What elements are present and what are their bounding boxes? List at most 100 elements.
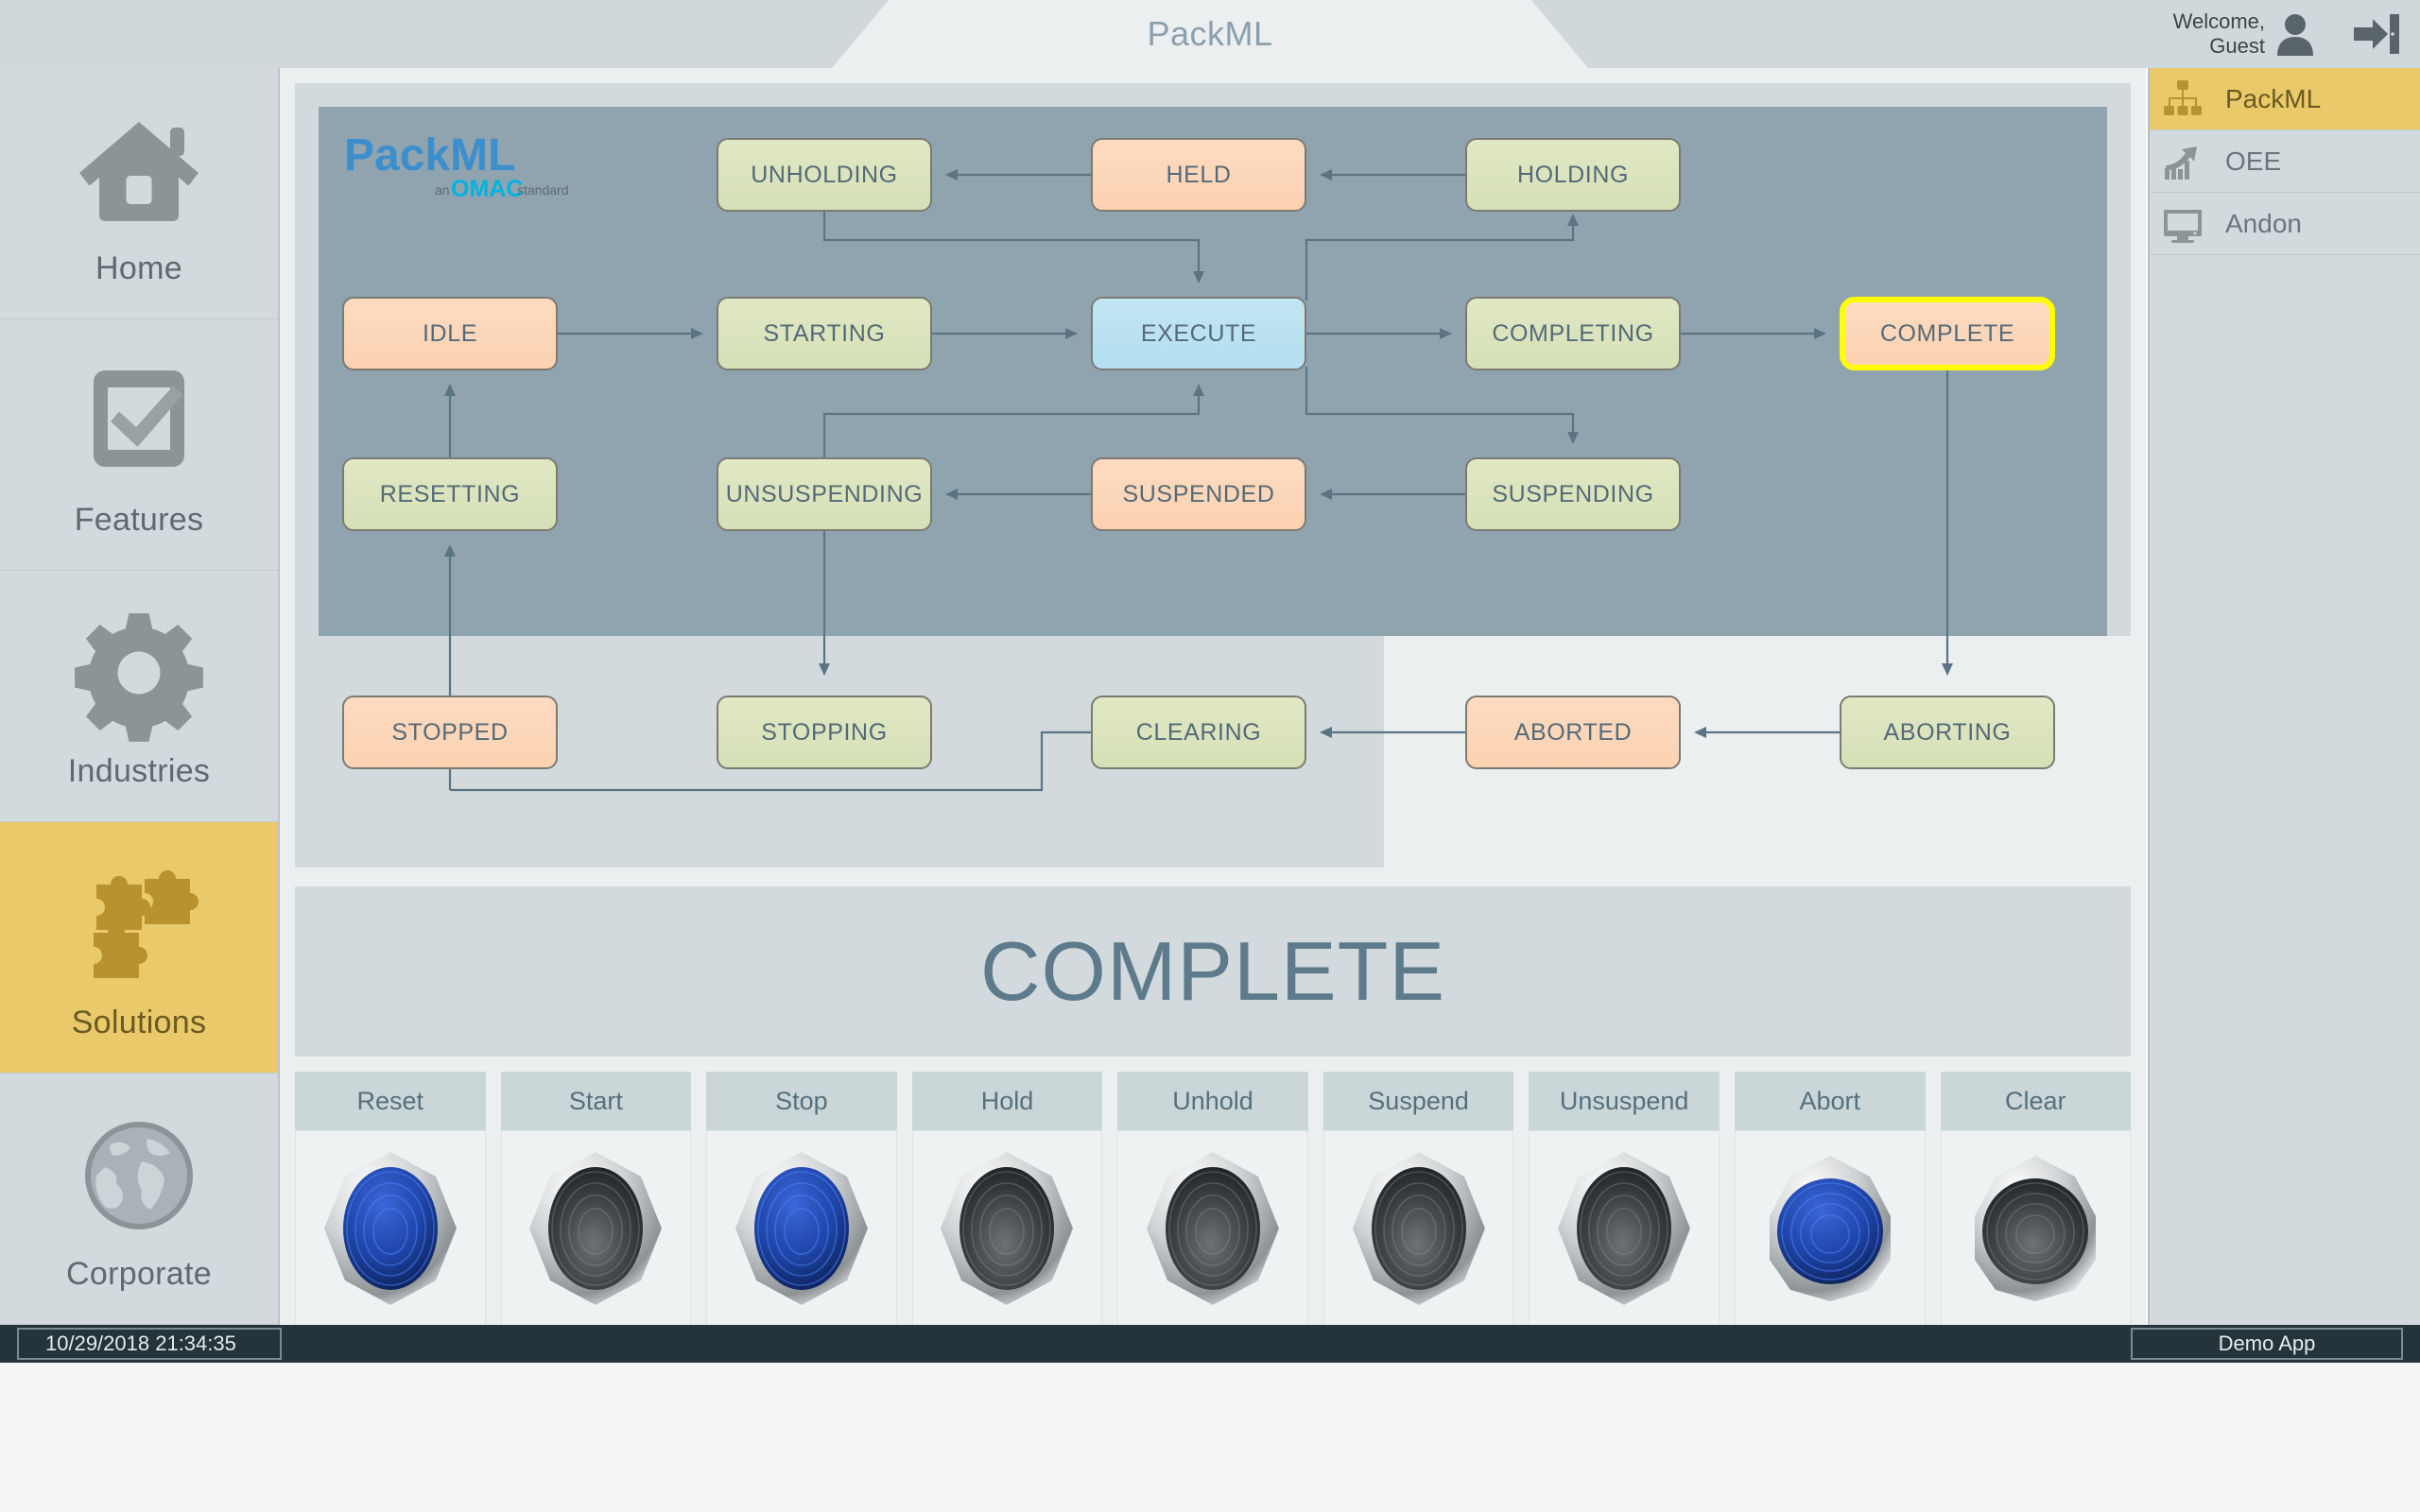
- control-stop[interactable]: Stop: [706, 1072, 897, 1327]
- status-bar: 10/29/2018 21:34:35 Demo App: [0, 1325, 2420, 1363]
- sidebar-item-home[interactable]: Home: [0, 68, 278, 319]
- sidebar-item-solutions[interactable]: Solutions: [0, 822, 278, 1074]
- org-chart-icon: [2164, 79, 2202, 115]
- control-button-row: Reset Start Stop Hold Unhold Suspend Uns…: [295, 1072, 2132, 1327]
- state-node-completing[interactable]: COMPLETING: [1465, 297, 1681, 370]
- stop-pushbutton-icon[interactable]: [730, 1148, 873, 1309]
- state-node-idle[interactable]: IDLE: [342, 297, 558, 370]
- right-sidebar: PackML OEE Andon: [2148, 68, 2420, 1325]
- state-label: UNHOLDING: [751, 161, 898, 188]
- welcome-line-2: Guest: [2209, 34, 2265, 58]
- reset-pushbutton-icon[interactable]: [319, 1148, 462, 1309]
- nav-label: Andon: [2225, 208, 2302, 238]
- control-suspend[interactable]: Suspend: [1322, 1072, 1514, 1327]
- sidebar-label: Corporate: [66, 1256, 212, 1292]
- logo-tagline-brand: OMAC: [451, 176, 523, 202]
- app-name-display: Demo App: [2131, 1328, 2403, 1360]
- state-node-clearing[interactable]: CLEARING: [1091, 696, 1306, 769]
- button-label: Suspend: [1322, 1072, 1514, 1130]
- nav-item-andon[interactable]: Andon: [2150, 193, 2420, 255]
- unsuspend-pushbutton-icon[interactable]: [1552, 1148, 1696, 1309]
- packml-logo: PackML an OMAC standard: [344, 130, 568, 202]
- state-node-aborting[interactable]: ABORTING: [1840, 696, 2055, 769]
- state-label: SUSPENDING: [1492, 480, 1654, 507]
- control-start[interactable]: Start: [500, 1072, 692, 1327]
- monitor-icon: [2164, 209, 2202, 243]
- sidebar-item-features[interactable]: Features: [0, 319, 278, 571]
- control-unhold[interactable]: Unhold: [1117, 1072, 1308, 1327]
- logo-text: PackML: [344, 130, 515, 180]
- welcome-text: Welcome, Guest: [2173, 9, 2274, 59]
- control-reset[interactable]: Reset: [295, 1072, 486, 1327]
- button-label: Clear: [1940, 1072, 2132, 1130]
- state-label: STARTING: [763, 319, 886, 347]
- control-hold[interactable]: Hold: [911, 1072, 1103, 1327]
- sidebar-label: Solutions: [71, 1005, 207, 1040]
- page-title: PackML: [1147, 14, 1273, 53]
- state-node-stopped[interactable]: STOPPED: [342, 696, 558, 769]
- gear-icon: [75, 613, 203, 742]
- state-node-stopping[interactable]: STOPPING: [717, 696, 932, 769]
- state-node-holding[interactable]: HOLDING: [1465, 138, 1681, 212]
- state-node-aborted[interactable]: ABORTED: [1465, 696, 1681, 769]
- state-label: IDLE: [423, 319, 477, 347]
- sidebar-item-industries[interactable]: Industries: [0, 571, 278, 822]
- sidebar-item-corporate[interactable]: Corporate: [0, 1074, 278, 1325]
- current-state-panel: COMPLETE: [295, 886, 2131, 1057]
- bar-chart-icon: [2165, 146, 2197, 180]
- clear-pushbutton-icon[interactable]: [1963, 1148, 2107, 1309]
- nav-label: PackML: [2225, 83, 2322, 113]
- state-label: STOPPING: [761, 718, 888, 746]
- state-node-unholding[interactable]: UNHOLDING: [717, 138, 932, 212]
- button-label: Start: [500, 1072, 692, 1130]
- button-label: Hold: [911, 1072, 1103, 1130]
- checkbox-icon: [94, 370, 184, 467]
- state-label: RESETTING: [379, 480, 521, 507]
- sidebar-label: Industries: [67, 753, 211, 789]
- logo-tagline-post: standard: [517, 182, 568, 198]
- main-content: PackML an OMAC standard UNHOLDING HELD H…: [280, 68, 2146, 1327]
- state-node-starting[interactable]: STARTING: [717, 297, 932, 370]
- timestamp-display: 10/29/2018 21:34:35: [17, 1328, 282, 1360]
- start-pushbutton-icon[interactable]: [524, 1148, 667, 1309]
- nav-item-packml[interactable]: PackML: [2150, 68, 2420, 130]
- control-unsuspend[interactable]: Unsuspend: [1529, 1072, 1720, 1327]
- state-node-suspending[interactable]: SUSPENDING: [1465, 457, 1681, 531]
- state-label: ABORTED: [1513, 718, 1633, 746]
- hold-pushbutton-icon[interactable]: [935, 1148, 1079, 1309]
- button-label: Stop: [706, 1072, 897, 1130]
- button-label: Unhold: [1117, 1072, 1308, 1130]
- state-node-execute[interactable]: EXECUTE: [1091, 297, 1306, 370]
- state-node-resetting[interactable]: RESETTING: [342, 457, 558, 531]
- control-clear[interactable]: Clear: [1940, 1072, 2132, 1327]
- logout-icon[interactable]: [2352, 11, 2401, 57]
- button-label: Unsuspend: [1529, 1072, 1720, 1130]
- state-label: COMPLETING: [1492, 319, 1654, 347]
- sidebar-label: Home: [95, 250, 182, 286]
- state-label: CLEARING: [1135, 718, 1262, 746]
- state-node-held[interactable]: HELD: [1091, 138, 1306, 212]
- state-label: HELD: [1166, 161, 1232, 188]
- left-sidebar: Home Features Industries Solutions Corpo…: [0, 68, 280, 1325]
- unhold-pushbutton-icon[interactable]: [1141, 1148, 1285, 1309]
- home-icon: [79, 122, 199, 221]
- state-node-complete[interactable]: COMPLETE: [1840, 297, 2055, 370]
- puzzle-icon: [94, 870, 199, 978]
- state-label: STOPPED: [391, 718, 509, 746]
- state-label: ABORTING: [1883, 718, 2012, 746]
- button-label: Reset: [295, 1072, 486, 1130]
- app-root: PackML Welcome, Guest Home Features Indu…: [0, 0, 2420, 1512]
- top-bar: PackML Welcome, Guest: [0, 0, 2420, 68]
- welcome-line-1: Welcome,: [2172, 9, 2265, 34]
- abort-pushbutton-icon[interactable]: [1758, 1148, 1902, 1309]
- person-icon: [2277, 14, 2313, 56]
- button-label: Abort: [1734, 1072, 1926, 1130]
- globe-icon: [85, 1122, 193, 1229]
- suspend-pushbutton-icon[interactable]: [1347, 1148, 1491, 1309]
- state-label: EXECUTE: [1140, 319, 1257, 347]
- control-abort[interactable]: Abort: [1734, 1072, 1926, 1327]
- state-node-suspended[interactable]: SUSPENDED: [1091, 457, 1306, 531]
- nav-item-oee[interactable]: OEE: [2150, 130, 2420, 193]
- sidebar-label: Features: [74, 502, 204, 538]
- state-node-unsuspending[interactable]: UNSUSPENDING: [717, 457, 932, 531]
